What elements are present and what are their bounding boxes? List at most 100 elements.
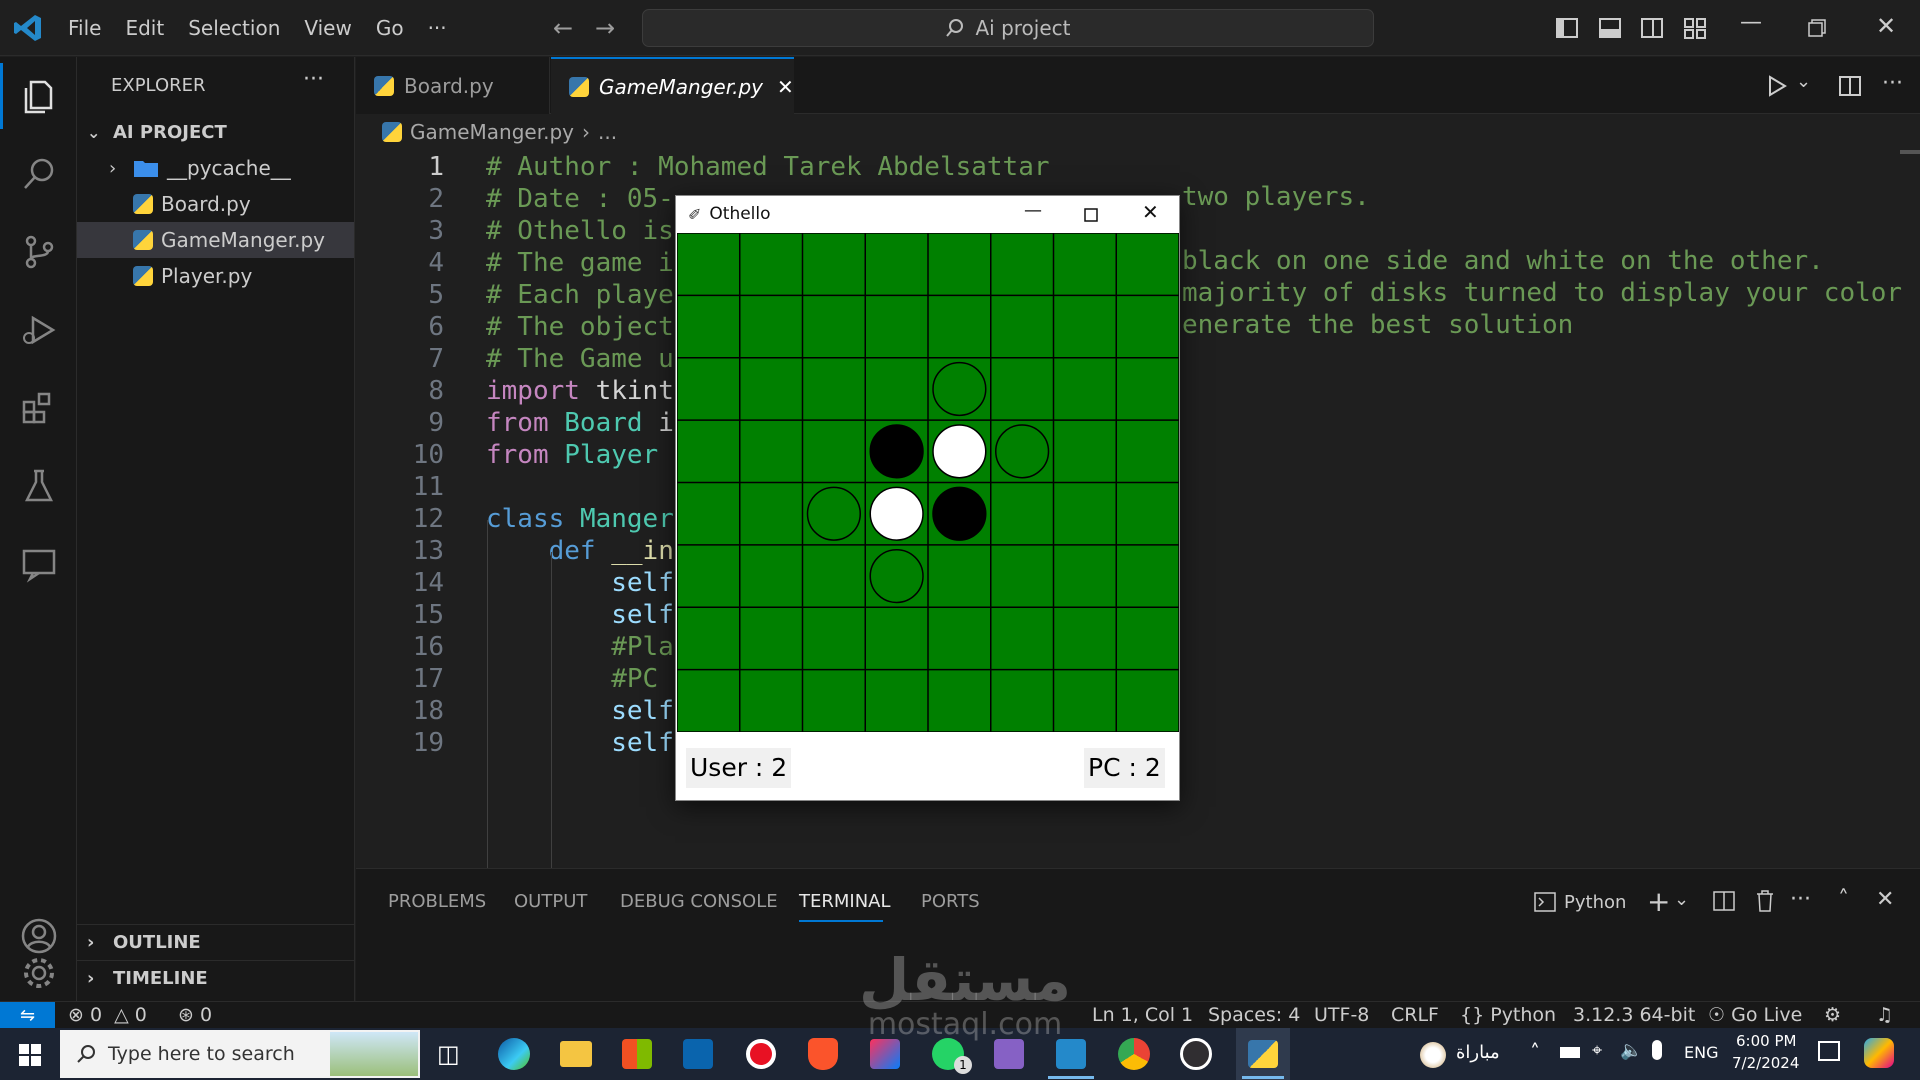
board-cell[interactable] <box>677 545 740 607</box>
panel-tab-ports[interactable]: PORTS <box>921 869 980 935</box>
board-cell[interactable] <box>991 483 1054 545</box>
brave-icon[interactable] <box>808 1038 838 1070</box>
explorer-icon[interactable] <box>0 57 77 135</box>
othello-maximize-icon[interactable] <box>1084 208 1098 222</box>
board-cell[interactable] <box>803 483 866 545</box>
board-cell[interactable] <box>1116 295 1179 357</box>
terminal-instance[interactable]: Python <box>1534 889 1626 915</box>
tree-item-pycache[interactable]: › __pycache__ <box>77 150 354 186</box>
board-cell[interactable] <box>865 295 928 357</box>
run-debug-icon[interactable] <box>0 291 77 369</box>
board-cell[interactable] <box>803 358 866 420</box>
weather-label[interactable]: مباراة <box>1456 1042 1500 1063</box>
menu-view[interactable]: View <box>292 0 363 56</box>
editor-more-icon[interactable]: ··· <box>1882 71 1903 96</box>
board-cell[interactable] <box>1116 670 1179 732</box>
board-cell[interactable] <box>740 670 803 732</box>
board-cell[interactable] <box>1054 607 1117 669</box>
window-close-icon[interactable]: ✕ <box>1876 12 1896 40</box>
menu-edit[interactable]: Edit <box>113 0 176 56</box>
problems-indicator[interactable]: ⊗ 0 △ 0 <box>68 1002 147 1029</box>
board-cell[interactable] <box>803 420 866 482</box>
panel-tab-output[interactable]: OUTPUT <box>514 869 587 935</box>
indentation[interactable]: Spaces: 4 <box>1208 1002 1300 1029</box>
board-cell[interactable] <box>677 420 740 482</box>
board-cell[interactable] <box>1054 295 1117 357</box>
board-cell[interactable] <box>740 233 803 295</box>
othello-titlebar[interactable]: ✐ Othello — ✕ <box>676 196 1179 232</box>
board-cell[interactable] <box>1054 233 1117 295</box>
outline-section[interactable]: › OUTLINE <box>77 924 354 960</box>
board-cell[interactable] <box>803 607 866 669</box>
new-terminal-icon[interactable]: + <box>1647 885 1670 918</box>
notifications-bell-icon[interactable]: ♫ <box>1876 1002 1893 1029</box>
board-cell[interactable] <box>928 358 991 420</box>
board-cell[interactable] <box>677 607 740 669</box>
board-cell[interactable] <box>677 483 740 545</box>
volume-icon[interactable]: 🔈 <box>1620 1040 1642 1061</box>
breadcrumb-symbol[interactable]: ... <box>598 120 617 144</box>
othello-minimize-icon[interactable]: — <box>1024 200 1042 221</box>
copilot-taskbar-icon[interactable] <box>1864 1038 1894 1068</box>
tab-gamemanger[interactable]: GameManger.py ✕ <box>551 57 794 114</box>
board-cell[interactable] <box>865 233 928 295</box>
board-cell[interactable] <box>991 358 1054 420</box>
board-cell[interactable] <box>1054 670 1117 732</box>
source-control-icon[interactable] <box>0 213 77 291</box>
trash-icon[interactable] <box>1754 889 1776 913</box>
battery-icon[interactable] <box>1560 1047 1580 1058</box>
clock-date[interactable]: 7/2/2024 <box>1732 1054 1799 1072</box>
othello-board[interactable] <box>677 233 1179 732</box>
board-cell[interactable] <box>677 295 740 357</box>
board-cell[interactable] <box>865 607 928 669</box>
python-interpreter[interactable]: 3.12.3 64-bit <box>1573 1002 1695 1029</box>
split-editor-icon[interactable] <box>1838 74 1862 98</box>
menu-go[interactable]: Go <box>364 0 416 56</box>
remote-indicator[interactable]: ⇋ <box>0 1002 55 1029</box>
customize-layout-icon[interactable] <box>1683 16 1707 40</box>
search-view-icon[interactable] <box>0 135 77 213</box>
board-cell[interactable] <box>865 670 928 732</box>
task-view-icon[interactable]: ◫ <box>437 1040 460 1068</box>
board-cell[interactable] <box>677 233 740 295</box>
panel-tab-problems[interactable]: PROBLEMS <box>388 869 486 935</box>
tray-chevron-up-icon[interactable]: ˄ <box>1530 1040 1540 1064</box>
board-cell[interactable] <box>1054 358 1117 420</box>
window-minimize-icon[interactable]: — <box>1740 10 1762 35</box>
timeline-section[interactable]: › TIMELINE <box>77 960 354 996</box>
panel-tab-terminal[interactable]: TERMINAL <box>799 869 891 935</box>
othello-close-icon[interactable]: ✕ <box>1142 200 1159 224</box>
python-app-active[interactable] <box>1236 1028 1290 1080</box>
board-cell[interactable] <box>677 670 740 732</box>
board-cell[interactable] <box>803 233 866 295</box>
tab-board[interactable]: Board.py <box>356 57 550 114</box>
window-restore-icon[interactable] <box>1808 19 1826 37</box>
board-cell[interactable] <box>928 607 991 669</box>
visual-studio-icon[interactable] <box>994 1039 1024 1069</box>
board-cell[interactable] <box>928 233 991 295</box>
board-cell[interactable] <box>991 545 1054 607</box>
toggle-primary-sidebar-icon[interactable] <box>1555 16 1579 40</box>
run-dropdown-icon[interactable]: ⌄ <box>1796 71 1811 92</box>
board-cell[interactable] <box>1054 420 1117 482</box>
extensions-icon[interactable] <box>0 369 77 447</box>
board-cell[interactable] <box>740 545 803 607</box>
menu-selection[interactable]: Selection <box>176 0 292 56</box>
board-cell[interactable] <box>865 358 928 420</box>
language-indicator[interactable]: ENG <box>1684 1043 1718 1062</box>
terminal-dropdown-icon[interactable]: ⌄ <box>1674 889 1689 910</box>
board-cell[interactable] <box>928 545 991 607</box>
menu-file[interactable]: File <box>56 0 113 56</box>
notification-center-icon[interactable] <box>1818 1041 1840 1061</box>
board-cell[interactable] <box>740 607 803 669</box>
board-cell[interactable] <box>991 607 1054 669</box>
windows-start-icon[interactable] <box>18 1043 42 1067</box>
board-cell[interactable] <box>740 483 803 545</box>
obs-icon[interactable] <box>1180 1038 1212 1070</box>
tree-item-gamemanger[interactable]: GameManger.py <box>77 222 354 258</box>
encoding[interactable]: UTF-8 <box>1314 1002 1369 1029</box>
clock-time[interactable]: 6:00 PM <box>1736 1032 1796 1050</box>
remote-explorer-icon[interactable] <box>0 525 77 603</box>
toggle-secondary-sidebar-icon[interactable] <box>1640 16 1664 40</box>
close-tab-icon[interactable]: ✕ <box>777 75 794 99</box>
